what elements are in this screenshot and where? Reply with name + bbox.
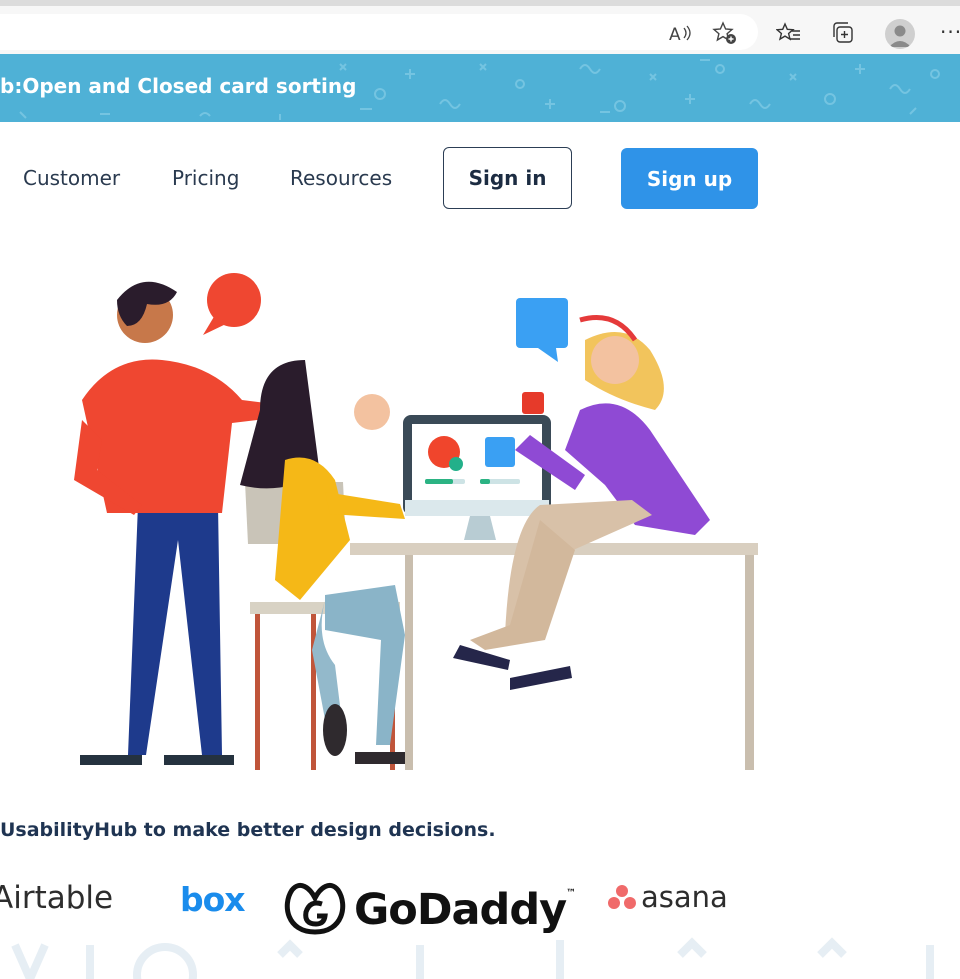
svg-text:A: A <box>669 25 681 45</box>
more-icon[interactable]: ··· <box>940 20 960 44</box>
godaddy-trademark: ™ <box>566 888 576 899</box>
read-aloud-icon[interactable]: A <box>667 20 693 46</box>
background-decoration <box>11 937 934 979</box>
banner-title: b:Open and Closed card sorting <box>0 74 357 98</box>
red-speech-bubble-icon <box>203 273 261 335</box>
sign-in-button[interactable]: Sign in <box>443 147 572 209</box>
asana-logo-text: asana <box>641 880 728 914</box>
browser-toolbar: A ··· <box>0 0 960 54</box>
godaddy-logo: GoDaddy ™ <box>282 880 576 940</box>
nav-resources[interactable]: Resources <box>290 166 392 190</box>
address-bar[interactable] <box>0 14 758 50</box>
airtable-logo-text: Airtable <box>0 880 114 916</box>
seated-woman <box>240 360 405 764</box>
box-logo: box <box>180 880 246 919</box>
airtable-logo: Airtable <box>0 880 113 916</box>
blue-speech-bubble-icon <box>516 298 568 362</box>
sign-up-button[interactable]: Sign up <box>621 148 758 209</box>
profile-icon[interactable] <box>885 19 915 49</box>
nav-customer[interactable]: Customer <box>23 166 120 190</box>
customers-tagline: UsabilityHub to make better design decis… <box>0 819 496 841</box>
godaddy-logo-text: GoDaddy <box>354 885 567 935</box>
favorites-icon[interactable] <box>775 20 802 46</box>
add-favorite-icon[interactable] <box>712 20 738 46</box>
collections-icon[interactable] <box>831 20 857 46</box>
asana-dots-icon <box>608 885 636 909</box>
hero-illustration <box>74 273 758 770</box>
announcement-banner[interactable]: b:Open and Closed card sorting <box>0 54 960 122</box>
godaddy-mark-icon <box>284 883 346 935</box>
nav-pricing[interactable]: Pricing <box>172 166 239 190</box>
box-logo-text: box <box>180 880 246 919</box>
asana-logo: asana <box>607 880 728 914</box>
